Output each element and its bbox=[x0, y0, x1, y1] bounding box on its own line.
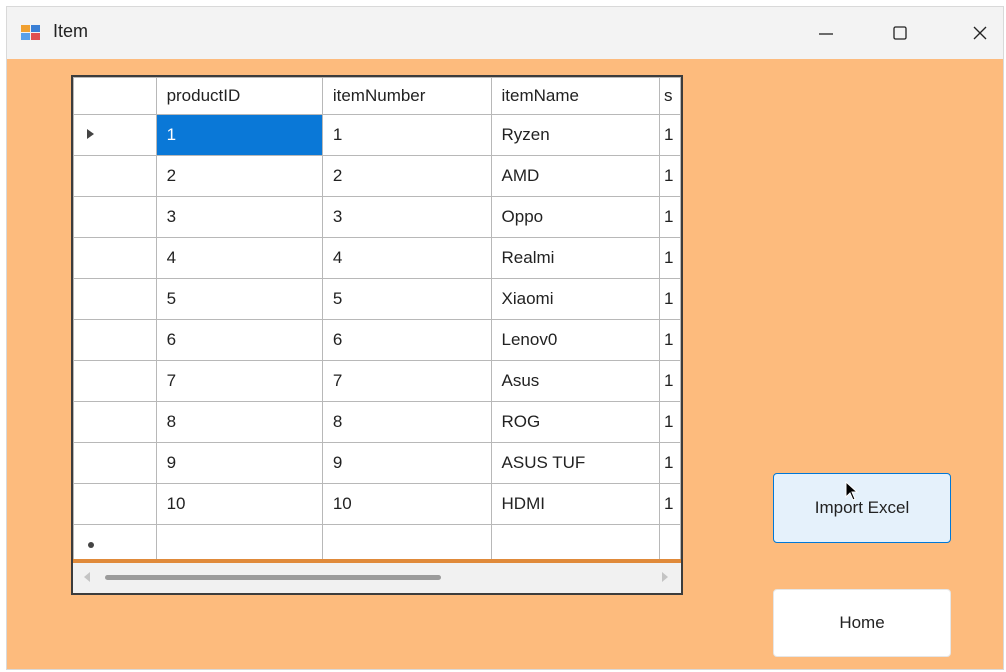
maximize-button[interactable] bbox=[865, 7, 935, 59]
table-row[interactable]: 9 9 ASUS TUF 1 bbox=[73, 442, 681, 484]
table-row[interactable]: 4 4 Realmi 1 bbox=[73, 237, 681, 279]
cell-partial[interactable]: 1 bbox=[658, 278, 681, 320]
row-header[interactable] bbox=[73, 155, 157, 197]
row-header[interactable] bbox=[73, 483, 157, 525]
cell-itemnumber[interactable]: 6 bbox=[321, 319, 492, 361]
row-header[interactable] bbox=[73, 442, 157, 484]
cell-partial[interactable]: 1 bbox=[658, 319, 681, 361]
row-header[interactable] bbox=[73, 360, 157, 402]
cell-itemnumber[interactable]: 3 bbox=[321, 196, 492, 238]
grid-table: productID itemNumber itemName s 1 1 Ryzen 1… bbox=[73, 77, 681, 566]
cell-partial[interactable]: 1 bbox=[658, 483, 681, 525]
new-row-icon bbox=[88, 542, 94, 548]
cell-itemnumber[interactable]: 4 bbox=[321, 237, 492, 279]
scroll-right-icon[interactable] bbox=[661, 572, 669, 582]
row-header-corner bbox=[73, 77, 157, 115]
cell-itemname[interactable]: Lenov0 bbox=[490, 319, 660, 361]
cell-itemname[interactable]: Xiaomi bbox=[490, 278, 660, 320]
cell-productid[interactable]: 2 bbox=[155, 155, 323, 197]
cell-itemnumber[interactable]: 5 bbox=[321, 278, 492, 320]
cell-itemname[interactable]: Ryzen bbox=[490, 114, 660, 156]
current-row-icon bbox=[87, 129, 94, 139]
table-row[interactable]: 3 3 Oppo 1 bbox=[73, 196, 681, 238]
cell-partial[interactable]: 1 bbox=[658, 114, 681, 156]
close-icon bbox=[973, 26, 987, 40]
table-row[interactable]: 8 8 ROG 1 bbox=[73, 401, 681, 443]
cell-partial[interactable]: 1 bbox=[658, 196, 681, 238]
cell-productid[interactable]: 4 bbox=[155, 237, 323, 279]
row-header[interactable] bbox=[73, 278, 157, 320]
cell-partial[interactable]: 1 bbox=[658, 360, 681, 402]
table-row[interactable]: 7 7 Asus 1 bbox=[73, 360, 681, 402]
horizontal-scrollbar[interactable] bbox=[73, 563, 681, 593]
mouse-cursor-icon bbox=[845, 481, 859, 501]
column-header-itemnumber[interactable]: itemNumber bbox=[321, 77, 492, 115]
cell-productid[interactable]: 3 bbox=[155, 196, 323, 238]
cell-partial[interactable]: 1 bbox=[658, 237, 681, 279]
close-button[interactable] bbox=[945, 7, 1003, 59]
column-header-productid[interactable]: productID bbox=[155, 77, 323, 115]
cell-partial[interactable]: 1 bbox=[658, 155, 681, 197]
window-title: Item bbox=[53, 21, 89, 41]
cell-productid[interactable]: 7 bbox=[155, 360, 323, 402]
cell-itemname[interactable]: ROG bbox=[490, 401, 660, 443]
cell-productid[interactable]: 1 bbox=[155, 114, 323, 156]
table-row[interactable]: 5 5 Xiaomi 1 bbox=[73, 278, 681, 320]
item-window: Item productID itemNumber itemName s 1 1… bbox=[6, 6, 1004, 670]
cell-productid[interactable]: 10 bbox=[155, 483, 323, 525]
title-bar: Item bbox=[7, 7, 1003, 59]
cell-itemnumber[interactable]: 2 bbox=[321, 155, 492, 197]
cell-itemnumber[interactable]: 7 bbox=[321, 360, 492, 402]
cell-itemname[interactable]: HDMI bbox=[490, 483, 660, 525]
app-icon bbox=[21, 25, 40, 40]
cell-productid[interactable]: 9 bbox=[155, 442, 323, 484]
maximize-icon bbox=[893, 26, 907, 40]
row-header[interactable] bbox=[73, 237, 157, 279]
cell-productid[interactable]: 8 bbox=[155, 401, 323, 443]
cell-itemname[interactable]: Asus bbox=[490, 360, 660, 402]
cell-itemnumber[interactable]: 10 bbox=[321, 483, 492, 525]
cell-itemnumber[interactable]: 8 bbox=[321, 401, 492, 443]
import-excel-button[interactable]: Import Excel bbox=[773, 473, 951, 543]
cell-itemname[interactable]: AMD bbox=[490, 155, 660, 197]
scrollbar-thumb[interactable] bbox=[105, 575, 441, 580]
cell-itemname[interactable]: Realmi bbox=[490, 237, 660, 279]
home-button[interactable]: Home bbox=[773, 589, 951, 657]
row-header[interactable] bbox=[73, 114, 157, 156]
table-row[interactable]: 10 10 HDMI 1 bbox=[73, 483, 681, 525]
row-header[interactable] bbox=[73, 401, 157, 443]
cell-itemname[interactable]: ASUS TUF bbox=[490, 442, 660, 484]
scroll-left-icon[interactable] bbox=[83, 572, 91, 582]
cell-partial[interactable]: 1 bbox=[658, 401, 681, 443]
cell-itemnumber[interactable]: 9 bbox=[321, 442, 492, 484]
cell-itemnumber[interactable]: 1 bbox=[321, 114, 492, 156]
column-header-itemname[interactable]: itemName bbox=[490, 77, 660, 115]
grid-body: 1 1 Ryzen 1 2 2 AMD 1 3 3 Oppo 1 4 4 Realmi 1 5 5 Xiaomi 1 6… bbox=[73, 114, 681, 566]
items-data-grid[interactable]: productID itemNumber itemName s 1 1 Ryzen 1… bbox=[71, 75, 683, 595]
cell-productid[interactable]: 5 bbox=[155, 278, 323, 320]
table-row[interactable]: 2 2 AMD 1 bbox=[73, 155, 681, 197]
row-header[interactable] bbox=[73, 319, 157, 361]
minimize-icon bbox=[819, 33, 833, 35]
column-header-partial[interactable]: s bbox=[658, 77, 681, 115]
minimize-button[interactable] bbox=[791, 7, 861, 59]
cell-itemname[interactable]: Oppo bbox=[490, 196, 660, 238]
row-header[interactable] bbox=[73, 196, 157, 238]
header-row: productID itemNumber itemName s bbox=[73, 77, 681, 115]
cell-partial[interactable]: 1 bbox=[658, 442, 681, 484]
table-row[interactable]: 6 6 Lenov0 1 bbox=[73, 319, 681, 361]
cell-productid[interactable]: 6 bbox=[155, 319, 323, 361]
table-row[interactable]: 1 1 Ryzen 1 bbox=[73, 114, 681, 156]
